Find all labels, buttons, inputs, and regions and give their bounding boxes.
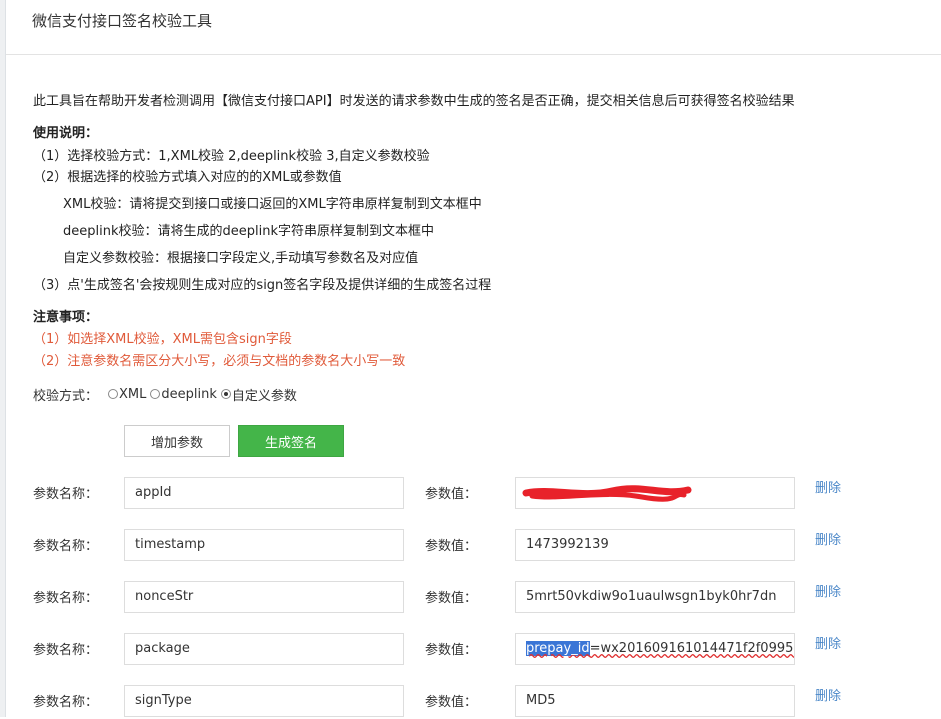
param-name-input[interactable]: timestamp: [124, 529, 404, 561]
usage-line-1: （1）选择校验方式：1,XML校验 2,deeplink校验 3,自定义参数校验: [33, 149, 430, 164]
param-value-label: 参数值：: [425, 643, 478, 658]
param-name-input[interactable]: appId: [124, 477, 404, 509]
radio-label: XML: [119, 386, 147, 402]
mode-radio-deeplink[interactable]: deeplink: [150, 387, 217, 402]
value-text: =wx201609161014471f2f09952: [589, 641, 795, 656]
mode-label: 校验方式：: [33, 388, 99, 404]
page-header: 微信支付接口签名校验工具: [6, 0, 941, 55]
radio-circle-selected[interactable]: [220, 389, 231, 399]
usage-heading: 使用说明：: [33, 126, 99, 141]
delete-param-link[interactable]: 删除: [815, 529, 841, 548]
mode-selector: 校验方式： XML deeplink 自定义参数: [33, 384, 301, 404]
delete-param-link[interactable]: 删除: [815, 477, 841, 496]
param-value-label: 参数值：: [425, 591, 478, 606]
param-name-label: 参数名称：: [33, 643, 99, 658]
param-name-input[interactable]: package: [124, 633, 404, 665]
param-value-input[interactable]: 5mrt50vkdiw9o1uaulwsgn1byk0hr7dn: [515, 581, 795, 613]
usage-line-xml: XML校验：请将提交到接口或接口返回的XML字符串原样复制到文本框中: [63, 197, 482, 212]
param-name-input[interactable]: nonceStr: [124, 581, 404, 613]
radio-label: deeplink: [161, 386, 217, 402]
param-row: 参数名称： signType 参数值： MD5 删除: [0, 685, 941, 719]
param-value-label: 参数值：: [425, 539, 478, 554]
param-row: 参数名称： appId 参数值： 删除: [0, 477, 941, 511]
param-value-input[interactable]: 1473992139: [515, 529, 795, 561]
page-title: 微信支付接口签名校验工具: [32, 12, 213, 30]
radio-circle[interactable]: [108, 389, 119, 399]
generate-sign-button[interactable]: 生成签名: [238, 425, 344, 457]
usage-line-custom: 自定义参数校验：根据接口字段定义,手动填写参数名及对应值: [63, 251, 419, 266]
param-value-input[interactable]: prepay_id=wx201609161014471f2f09952: [515, 633, 795, 665]
mode-radio-custom[interactable]: 自定义参数: [220, 385, 297, 404]
param-row: 参数名称： nonceStr 参数值： 5mrt50vkdiw9o1uaulws…: [0, 581, 941, 615]
delete-param-link[interactable]: 删除: [815, 581, 841, 600]
param-value-label: 参数值：: [425, 695, 478, 710]
param-value-input[interactable]: [515, 477, 795, 509]
delete-param-link[interactable]: 删除: [815, 633, 841, 652]
redaction-scribble: [522, 485, 692, 502]
mode-radio-xml[interactable]: XML: [108, 387, 146, 402]
add-param-button[interactable]: 增加参数: [124, 425, 230, 457]
notes-line-2: （2）注意参数名需区分大小写，必须与文档的参数名大小写一致: [33, 354, 406, 369]
radio-label: 自定义参数: [231, 388, 297, 404]
param-name-label: 参数名称：: [33, 591, 99, 606]
param-value-label: 参数值：: [425, 487, 478, 502]
intro-text: 此工具旨在帮助开发者检测调用【微信支付接口API】时发送的请求参数中生成的签名是…: [33, 94, 795, 109]
usage-line-3: （3）点'生成签名'会按规则生成对应的sign签名字段及提供详细的生成签名过程: [33, 278, 492, 293]
delete-param-link[interactable]: 删除: [815, 685, 841, 704]
param-name-input[interactable]: signType: [124, 685, 404, 717]
param-name-label: 参数名称：: [33, 539, 99, 554]
param-row: 参数名称： package 参数值： prepay_id=wx201609161…: [0, 633, 941, 667]
usage-line-deeplink: deeplink校验：请将生成的deeplink字符串原样复制到文本框中: [63, 224, 434, 239]
radio-circle[interactable]: [150, 389, 161, 399]
notes-heading: 注意事项：: [33, 310, 99, 325]
param-name-label: 参数名称：: [33, 695, 99, 710]
notes-line-1: （1）如选择XML校验，XML需包含sign字段: [33, 332, 292, 347]
selected-text: prepay_id: [526, 641, 590, 656]
param-row: 参数名称： timestamp 参数值： 1473992139 删除: [0, 529, 941, 563]
param-value-input[interactable]: MD5: [515, 685, 795, 717]
usage-line-2: （2）根据选择的校验方式填入对应的的XML或参数值: [33, 170, 342, 185]
param-name-label: 参数名称：: [33, 487, 99, 502]
